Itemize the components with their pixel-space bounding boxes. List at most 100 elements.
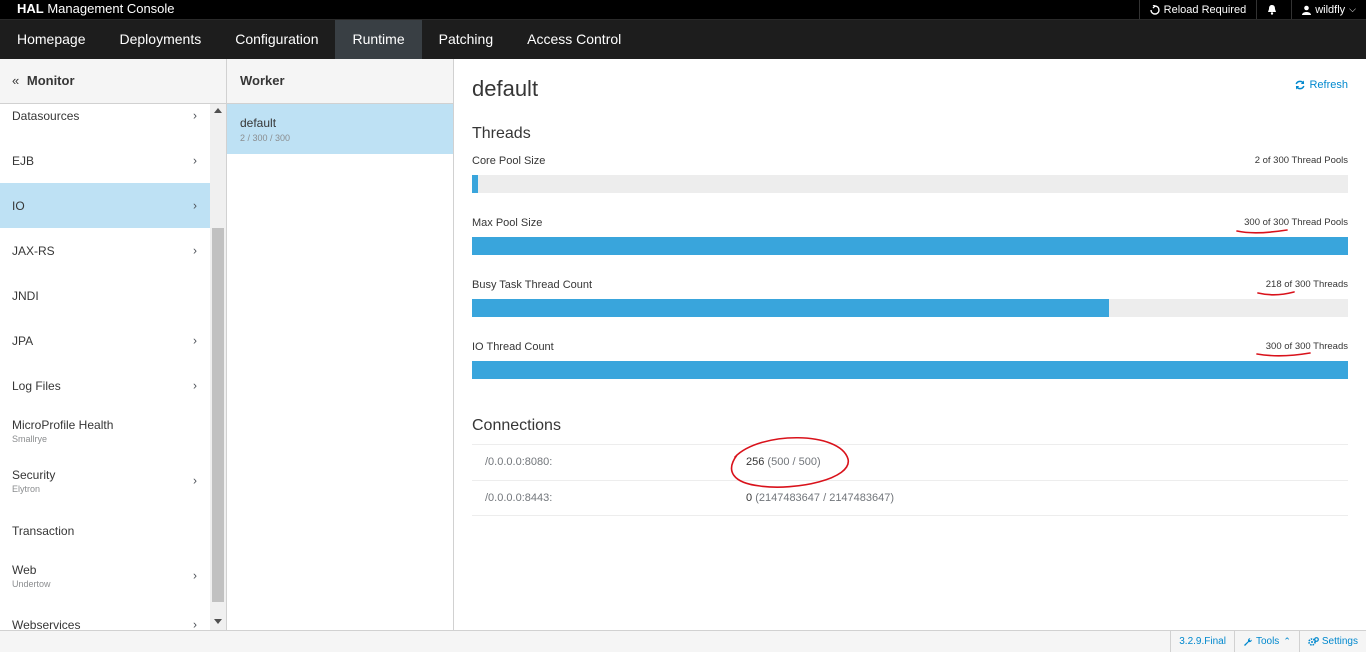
reload-icon (1149, 4, 1160, 15)
scroll-down-arrow-icon[interactable] (214, 619, 222, 624)
sidebar-item-label: EJB (12, 153, 35, 168)
tab-runtime[interactable]: Runtime (335, 20, 422, 59)
progress-fill (472, 299, 1109, 317)
scroll-thumb[interactable] (212, 228, 224, 602)
sidebar-item-label: Transaction (12, 523, 75, 538)
top-bar: HAL Management Console Reload Required w… (0, 0, 1366, 19)
usage-core-pool-size: Core Pool Size 2 of 300 Thread Pools (472, 155, 1348, 193)
connection-address: /0.0.0.0:8080: (485, 456, 553, 468)
worker-column-title: Worker (240, 73, 285, 88)
chevron-right-icon: › (193, 377, 197, 392)
version-link[interactable]: 3.2.9.Final (1170, 631, 1234, 652)
sidebar-item-jax-rs[interactable]: JAX-RS › (0, 228, 210, 273)
brand-bold: HAL (17, 1, 44, 16)
sidebar-item-label: Webservices (12, 617, 81, 631)
sidebar-item-web[interactable]: Web Undertow › (0, 553, 210, 598)
connections-section-title: Connections (472, 417, 561, 434)
settings-button[interactable]: Settings (1298, 631, 1366, 652)
bell-icon (1268, 5, 1277, 15)
monitor-list: Datasources › EJB › IO › JAX-RS › JNDI J… (0, 104, 210, 630)
usage-label: Core Pool Size (472, 155, 546, 167)
tab-deployments[interactable]: Deployments (103, 20, 219, 59)
usage-value: 2 of 300 Thread Pools (1254, 155, 1348, 166)
sidebar-item-transaction[interactable]: Transaction (0, 508, 210, 553)
connection-count: 256 (746, 456, 765, 468)
sidebar-item-log-files[interactable]: Log Files › (0, 363, 210, 408)
reload-required-button[interactable]: Reload Required (1138, 0, 1257, 19)
chevron-right-icon: › (193, 616, 197, 630)
double-chevron-left-icon[interactable]: « (12, 73, 19, 88)
sidebar-item-io[interactable]: IO › (0, 183, 210, 228)
connection-value: 0 (2147483647 / 2147483647) (746, 492, 894, 504)
connection-count: 0 (746, 492, 753, 504)
user-name: wildfly (1315, 3, 1346, 16)
monitor-column-header[interactable]: « Monitor (0, 59, 226, 104)
tab-configuration[interactable]: Configuration (218, 20, 335, 59)
refresh-icon (1295, 80, 1305, 90)
connection-detail: (2147483647 / 2147483647) (755, 492, 895, 504)
settings-label: Settings (1321, 636, 1358, 647)
usage-label: Max Pool Size (472, 217, 543, 229)
connections-table: /0.0.0.0:8080: 256 (500 / 500) /0.0.0.0:… (472, 444, 1348, 516)
chevron-up-icon: ⌃ (1283, 636, 1291, 646)
reload-required-label: Reload Required (1163, 3, 1247, 16)
usage-label: Busy Task Thread Count (472, 279, 593, 291)
usage-max-pool-size: Max Pool Size 300 of 300 Thread Pools (472, 217, 1348, 255)
usage-label: IO Thread Count (472, 341, 554, 353)
usage-value: 300 of 300 Threads (1265, 341, 1348, 352)
monitor-scrollbar[interactable] (210, 104, 226, 630)
sidebar-item-label: IO (12, 198, 25, 213)
brand[interactable]: HAL Management Console (17, 1, 175, 16)
progress-fill (472, 175, 478, 193)
wrench-icon (1243, 637, 1252, 646)
worker-item-default[interactable]: default 2 / 300 / 300 (227, 104, 453, 154)
sidebar-item-jpa[interactable]: JPA › (0, 318, 210, 363)
tab-access-control[interactable]: Access Control (510, 20, 638, 59)
usage-value: 300 of 300 Thread Pools (1244, 217, 1348, 228)
progress-fill (472, 361, 1348, 379)
chevron-right-icon: › (193, 107, 197, 122)
sidebar-item-jndi[interactable]: JNDI (0, 273, 210, 318)
monitor-column: « Monitor Datasources › EJB › IO › JAX-R… (0, 59, 227, 630)
tab-homepage[interactable]: Homepage (0, 20, 103, 59)
tools-menu[interactable]: Tools ⌃ (1233, 631, 1299, 652)
progress-fill (472, 237, 1348, 255)
sidebar-item-microprofile-health[interactable]: MicroProfile Health Smallrye (0, 408, 210, 453)
brand-rest: Management Console (47, 1, 175, 16)
main-content: default Refresh Threads Core Pool Size 2… (455, 59, 1366, 630)
worker-item-name: default (240, 116, 277, 130)
chevron-down-icon: ⌵ (1349, 4, 1356, 14)
worker-item-subtitle: 2 / 300 / 300 (240, 133, 291, 143)
usage-value: 218 of 300 Threads (1265, 279, 1348, 290)
sidebar-item-webservices[interactable]: Webservices › (0, 602, 210, 630)
sidebar-item-subtitle: Elytron (12, 483, 41, 494)
sidebar-item-datasources[interactable]: Datasources › (0, 104, 210, 138)
progress-bar (472, 299, 1348, 317)
progress-bar (472, 361, 1348, 379)
footer: 3.2.9.Final Tools ⌃ Settings (0, 630, 1366, 652)
connection-value: 256 (500 / 500) (746, 456, 821, 468)
sidebar-item-label: Web (12, 562, 37, 577)
chevron-right-icon: › (193, 242, 197, 257)
sidebar-item-label: JAX-RS (12, 243, 55, 258)
sidebar-item-security[interactable]: Security Elytron › (0, 458, 210, 503)
sidebar-item-label: JPA (12, 333, 34, 348)
refresh-button[interactable]: Refresh (1295, 79, 1348, 91)
table-row: /0.0.0.0:8080: 256 (500 / 500) (472, 444, 1348, 480)
main-navigation: Homepage Deployments Configuration Runti… (0, 19, 1366, 59)
chevron-right-icon: › (193, 152, 197, 167)
gears-icon (1308, 636, 1319, 646)
scroll-up-arrow-icon[interactable] (214, 108, 222, 113)
worker-column: Worker default 2 / 300 / 300 (227, 59, 454, 630)
sidebar-item-ejb[interactable]: EJB › (0, 138, 210, 183)
notifications-button[interactable] (1256, 0, 1291, 19)
chevron-right-icon: › (193, 332, 197, 347)
user-menu[interactable]: wildfly ⌵ (1291, 0, 1366, 19)
threads-section-title: Threads (472, 125, 531, 142)
footer-right: 3.2.9.Final Tools ⌃ Settings (1170, 631, 1366, 652)
sidebar-item-label: Datasources (12, 108, 80, 123)
refresh-label: Refresh (1309, 79, 1348, 91)
sidebar-item-label: JNDI (12, 288, 39, 303)
tab-patching[interactable]: Patching (422, 20, 510, 59)
page-title: default (472, 76, 539, 101)
